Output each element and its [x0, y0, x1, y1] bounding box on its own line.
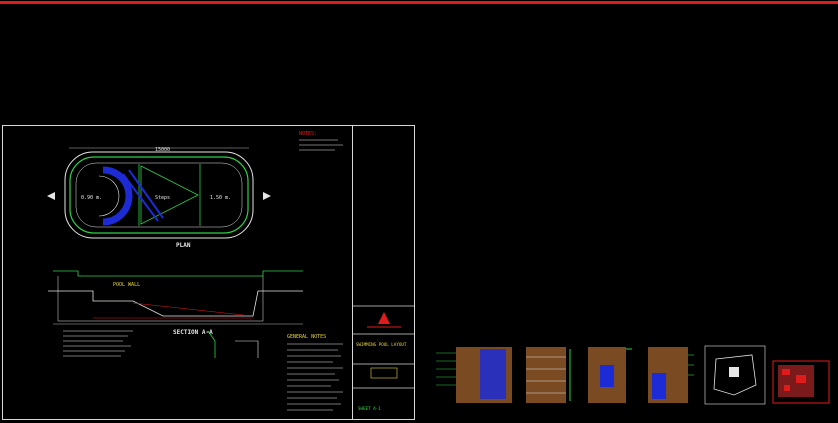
title-project: SWIMMING POOL LAYOUT [356, 342, 407, 347]
title-block: SWIMMING POOL LAYOUT SHEET A-1 [352, 126, 415, 419]
plan-title: PLAN [176, 242, 191, 249]
title-block-drawing: SWIMMING POOL LAYOUT SHEET A-1 [353, 305, 415, 411]
elevation-thumbnail-4[interactable] [646, 345, 694, 405]
elevation-thumbnail-3[interactable] [586, 345, 634, 405]
plan-dim-top: 15000 [155, 147, 170, 153]
top-accent-bar [0, 1, 838, 4]
plan-depth-right: 1.50 m. [210, 195, 231, 201]
notes-bottom-lines [287, 343, 343, 411]
section-note-lines [63, 330, 133, 357]
pool-plan [64, 147, 254, 239]
logo-icon [367, 312, 401, 328]
plan-steps-label: Steps [155, 195, 170, 201]
section-title: SECTION A-A [173, 329, 213, 336]
drawing-sheet[interactable]: 15000 0.90 m. 1.50 m. Steps PLAN NOTES: [2, 125, 415, 420]
elevation-thumbnail-2[interactable] [524, 345, 574, 405]
plan-depth-left: 0.90 m. [81, 195, 102, 201]
notes-bottom-header: GENERAL NOTES [287, 334, 326, 340]
detail-sheet-thumbnail[interactable] [772, 345, 830, 405]
site-plan-thumbnail[interactable] [704, 345, 766, 405]
notes-top-header: NOTES: [299, 131, 317, 137]
title-sheet: SHEET A-1 [358, 406, 381, 411]
section-wall-label: POOL WALL [113, 282, 140, 288]
pool-section [48, 270, 303, 358]
notes-top-lines [299, 139, 343, 151]
elevation-thumbnail-1[interactable] [436, 345, 516, 405]
